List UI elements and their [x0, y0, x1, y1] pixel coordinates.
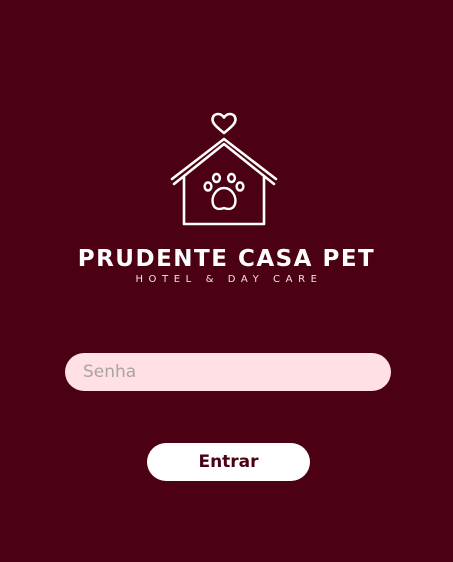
- password-input[interactable]: [65, 353, 391, 391]
- brand-logo: PRUDENTE CASA PET HOTEL & DAY CARE: [0, 112, 453, 292]
- brand-tagline: HOTEL & DAY CARE: [135, 274, 323, 285]
- house-icon: [170, 137, 278, 226]
- paw-icon: [203, 172, 245, 211]
- login-button[interactable]: Entrar: [147, 443, 310, 481]
- heart-icon: [211, 112, 237, 135]
- logo-mark: [170, 112, 278, 226]
- brand-name: PRUDENTE CASA PET: [77, 246, 376, 272]
